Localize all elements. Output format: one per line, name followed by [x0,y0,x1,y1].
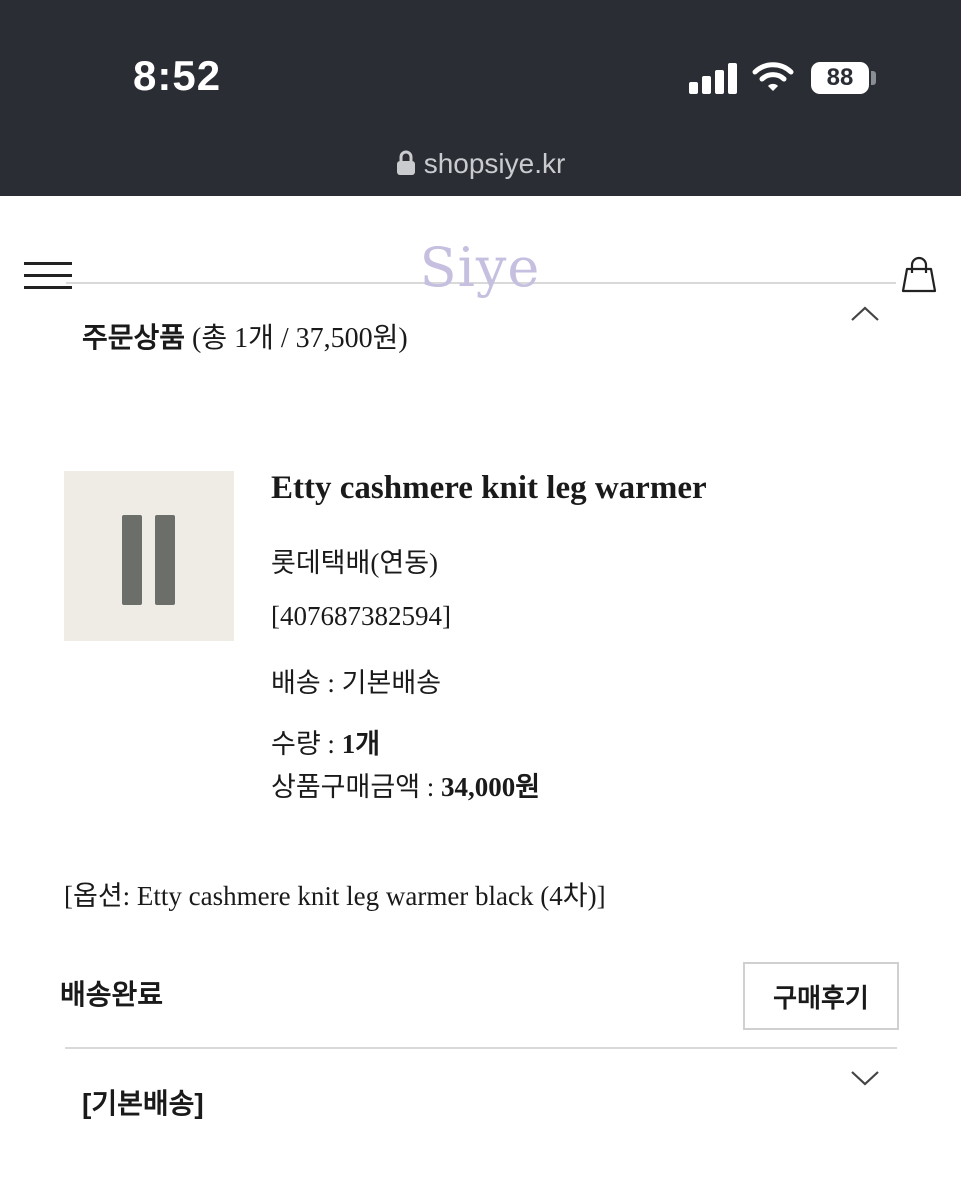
quantity: 수량 : 1개 [271,722,380,761]
battery-icon: 88 [811,62,869,94]
tracking-number[interactable]: [407687382594] [271,601,451,632]
product-option: [옵션: Etty cashmere knit leg warmer black… [64,881,606,911]
quantity-label: 수량 : [271,729,342,759]
leg-warmer-left [122,515,142,605]
product-name[interactable]: Etty cashmere knit leg warmer [271,470,707,507]
quantity-value: 1개 [341,729,381,759]
price-value: 34,000원 [441,772,541,802]
section-divider [65,1047,897,1049]
site-logo[interactable]: Siye [380,236,580,299]
address-bar[interactable]: shopsiye.kr [0,148,961,180]
order-items-summary: (총 1개 / 37,500원) [192,323,408,354]
delivery-status: 배송완료 [60,979,164,1010]
signal-icon [689,62,737,94]
url-text: shopsiye.kr [423,148,566,179]
battery-level: 88 [826,64,854,91]
order-items-label: 주문상품 [82,322,186,353]
shipping-method: 배송 : 기본배송 [271,668,442,698]
wifi-icon [752,62,794,91]
clock: 8:52 [133,52,222,99]
courier: 롯데택배(연동) [271,548,439,578]
battery-cap [871,71,876,85]
order-items-title: 주문상품 (총 1개 / 37,500원) [82,316,408,356]
product-thumbnail[interactable] [64,471,234,641]
shipping-group-title: [기본배송] [82,1088,204,1119]
item-price: 상품구매금액 : 34,000원 [271,765,540,804]
status-bar: 8:52 88 shopsiye.kr [0,0,961,196]
leg-warmer-right [155,515,175,605]
write-review-button[interactable]: 구매후기 [743,962,899,1030]
menu-icon[interactable] [24,262,72,290]
price-label: 상품구매금액 : [271,772,442,802]
chevron-down-icon[interactable] [850,1068,880,1088]
shopping-bag-icon[interactable] [900,256,938,294]
lock-icon [396,150,415,175]
chevron-up-icon[interactable] [850,304,880,324]
